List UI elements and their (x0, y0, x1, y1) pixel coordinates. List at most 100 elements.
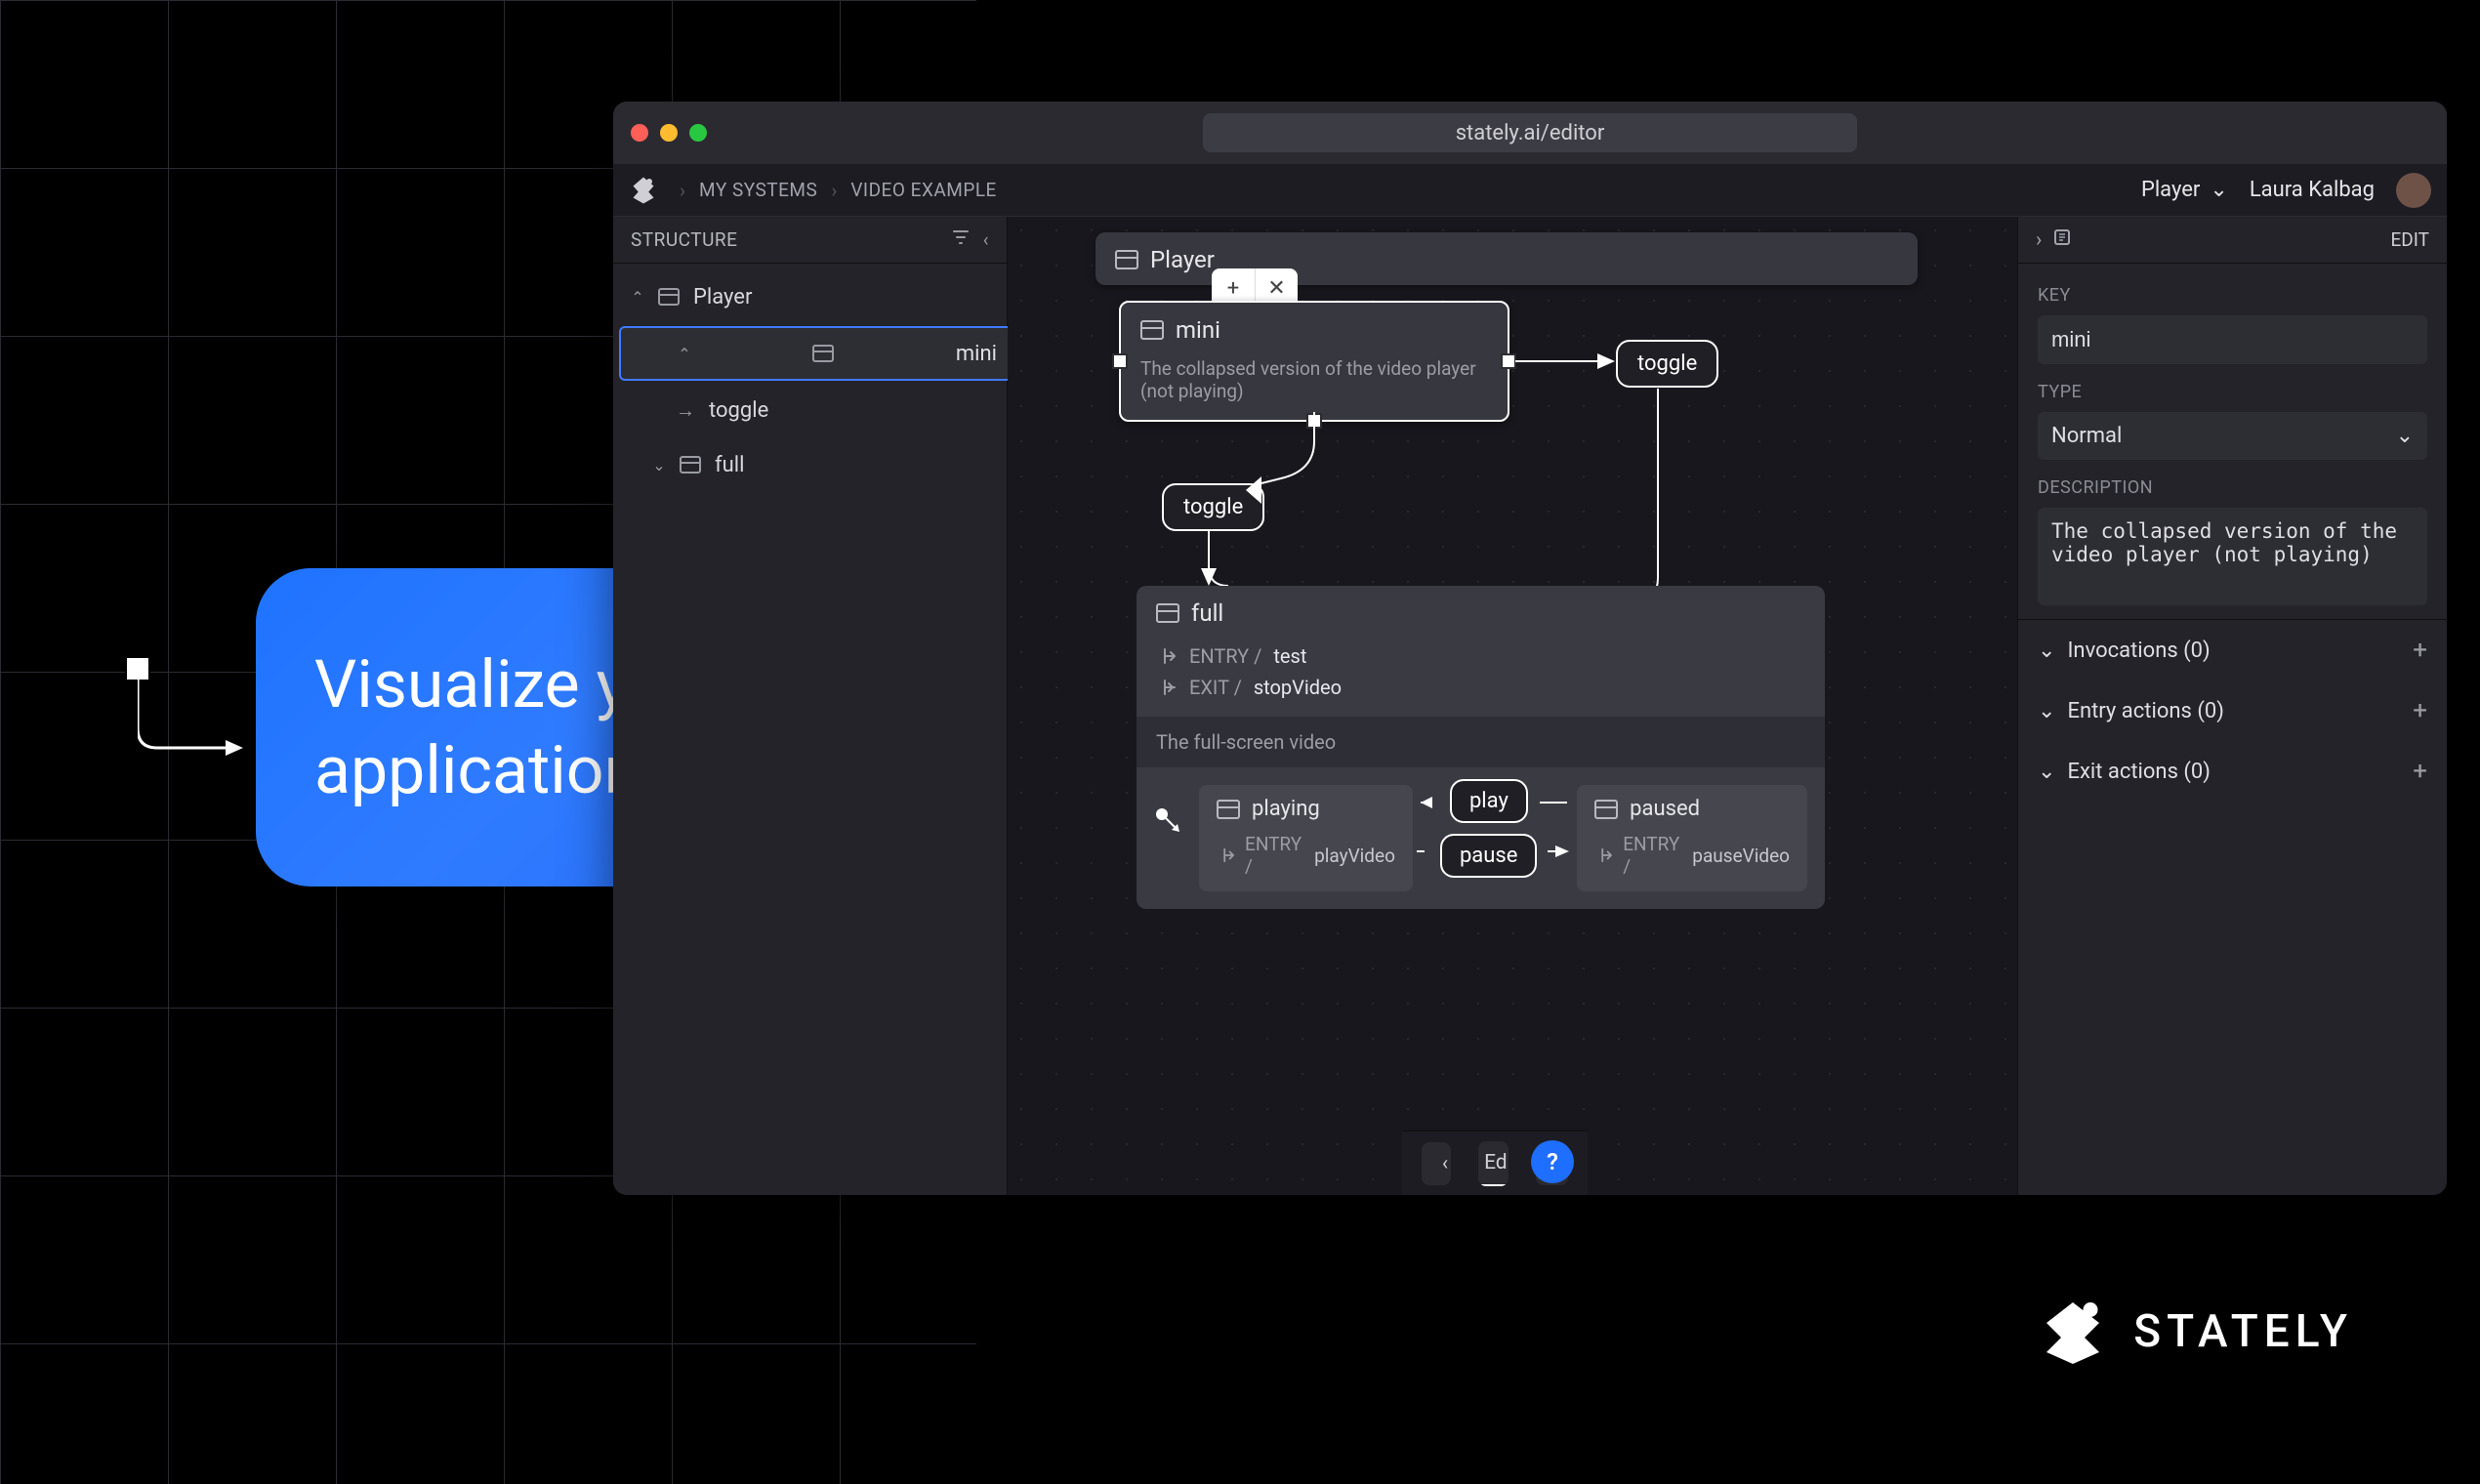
state-icon (658, 288, 680, 306)
panel-edit-label[interactable]: EDIT (2390, 228, 2429, 251)
state-title: paused (1630, 797, 1700, 821)
transition-play[interactable]: play (1450, 779, 1528, 823)
chevron-down-icon: ⌄ (2038, 699, 2055, 723)
tree-label: mini (956, 342, 997, 366)
accordion-label: Invocations (0) (2067, 639, 2210, 663)
state-title: playing (1252, 797, 1320, 821)
initial-state-icon (1154, 806, 1179, 832)
chevron-right-icon: › (831, 179, 837, 202)
state-icon (680, 456, 701, 474)
machine-dropdown[interactable]: Player ⌄ (2141, 178, 2228, 202)
tree-item-full[interactable]: ⌄ full (613, 437, 1007, 492)
url-bar[interactable]: stately.ai/editor (1203, 113, 1857, 152)
filter-icon[interactable] (952, 228, 970, 251)
tree-label: full (715, 453, 744, 477)
type-select[interactable]: Normal ⌄ (2038, 412, 2427, 460)
transition-pause[interactable]: pause (1440, 834, 1537, 878)
avatar[interactable] (2396, 173, 2431, 208)
description-textarea[interactable] (2038, 508, 2427, 605)
accordion-label: Entry actions (0) (2067, 699, 2223, 723)
key-input[interactable] (2038, 315, 2427, 364)
inspector-panel: › EDIT KEY TYPE Normal ⌄ DESCRIPTION (2017, 217, 2447, 1195)
entry-action: playVideo (1314, 845, 1395, 867)
state-icon (1140, 320, 1164, 340)
chevron-down-icon: ⌃ (631, 288, 644, 307)
window-close-dot[interactable] (631, 124, 648, 142)
panel-tab-icon[interactable] (2053, 228, 2071, 252)
entry-action: test (1273, 644, 1306, 668)
state-description: The full-screen video (1137, 717, 1825, 767)
add-icon[interactable]: + (2413, 696, 2427, 725)
accordion-invocations[interactable]: ⌄ Invocations (0) + (2018, 620, 2447, 680)
exit-icon (1156, 678, 1178, 697)
resize-handle-left[interactable] (1112, 353, 1128, 369)
description-label: DESCRIPTION (2038, 477, 2427, 498)
accordion-label: Exit actions (0) (2067, 760, 2211, 784)
exit-action: stopVideo (1254, 676, 1342, 699)
structure-sidebar: STRUCTURE ‹ ⌃ Player ⌃ (613, 217, 1008, 1195)
chevron-right-icon: ⌄ (652, 456, 666, 474)
help-button[interactable]: ? (1531, 1140, 1574, 1183)
breadcrumb-video-example[interactable]: VIDEO EXAMPLE (850, 179, 997, 201)
state-node-mini[interactable]: mini The collapsed version of the video … (1119, 301, 1509, 422)
state-icon (812, 345, 834, 362)
transition-toggle-right[interactable]: toggle (1616, 340, 1718, 388)
exit-label: EXIT / (1189, 676, 1242, 699)
sidebar-title: STRUCTURE (631, 228, 737, 251)
chevron-down-icon: ⌄ (2210, 178, 2227, 202)
state-node-full[interactable]: full ENTRY / test (1137, 586, 1825, 909)
accordion-entry-actions[interactable]: ⌄ Entry actions (0) + (2018, 680, 2447, 741)
chevron-right-icon: › (680, 179, 685, 202)
type-value: Normal (2051, 424, 2122, 448)
brand-name: STATELY (2133, 1305, 2353, 1358)
app-window: stately.ai/editor › MY SYSTEMS › VIDEO E… (613, 102, 2447, 1195)
type-label: TYPE (2038, 382, 2427, 402)
brand-footer: STATELY (2038, 1297, 2353, 1367)
state-icon (1217, 800, 1240, 819)
breadcrumb-bar: › MY SYSTEMS › VIDEO EXAMPLE Player ⌄ La… (613, 164, 2447, 217)
chevron-down-icon: ⌄ (2038, 639, 2055, 663)
canvas-toolbar: ‹ Undo › Edit Simulate 120% (1402, 1131, 1588, 1195)
breadcrumb-my-systems[interactable]: MY SYSTEMS (699, 179, 817, 201)
tree-item-mini[interactable]: ⌃ mini (619, 326, 1013, 381)
tree-label: toggle (709, 398, 768, 423)
resize-handle-right[interactable] (1501, 353, 1516, 369)
resize-handle-bottom[interactable] (1306, 413, 1322, 429)
collapse-panel-icon[interactable]: ‹ (983, 228, 989, 251)
state-icon (1594, 800, 1618, 819)
state-icon (1115, 250, 1138, 269)
transition-toggle-down[interactable]: toggle (1162, 483, 1264, 531)
titlebar: stately.ai/editor (613, 102, 2447, 164)
user-name[interactable]: Laura Kalbag (2250, 178, 2375, 202)
transition-icon: → (676, 398, 695, 423)
add-icon[interactable]: + (2413, 636, 2427, 665)
url-text: stately.ai/editor (1456, 121, 1605, 145)
tree-label: Player (693, 285, 752, 309)
machine-dropdown-label: Player (2141, 178, 2200, 202)
window-max-dot[interactable] (689, 124, 707, 142)
chevron-right-icon[interactable]: › (2036, 228, 2042, 252)
key-label: KEY (2038, 285, 2427, 306)
decorative-elbow-arrow (125, 656, 150, 681)
state-description: The collapsed version of the video playe… (1121, 357, 1508, 420)
tree-item-toggle[interactable]: → toggle (613, 383, 1007, 437)
add-icon[interactable]: + (2413, 757, 2427, 786)
entry-icon (1594, 845, 1613, 865)
state-title: full (1191, 599, 1223, 627)
entry-icon (1156, 646, 1178, 666)
undo-prev-button[interactable]: ‹ (1422, 1142, 1451, 1185)
state-node-playing[interactable]: playing ENTRY / playVideo (1199, 785, 1413, 891)
accordion-exit-actions[interactable]: ⌄ Exit actions (0) + (2018, 741, 2447, 802)
chevron-down-icon: ⌄ (2396, 424, 2414, 448)
tree-root-player[interactable]: ⌃ Player (613, 269, 1007, 324)
mode-edit-tab[interactable]: Edit (1478, 1141, 1509, 1186)
chevron-down-icon: ⌃ (678, 345, 691, 363)
window-min-dot[interactable] (660, 124, 678, 142)
state-title: Player (1150, 246, 1215, 273)
state-node-paused[interactable]: paused ENTRY / pauseVideo (1577, 785, 1807, 891)
stately-logo-icon (629, 176, 658, 205)
entry-icon (1217, 845, 1235, 865)
canvas[interactable]: Player + ✕ mini The collapsed version of… (1008, 217, 2017, 1195)
stately-logo-icon (2038, 1297, 2108, 1367)
state-title: mini (1176, 316, 1220, 344)
